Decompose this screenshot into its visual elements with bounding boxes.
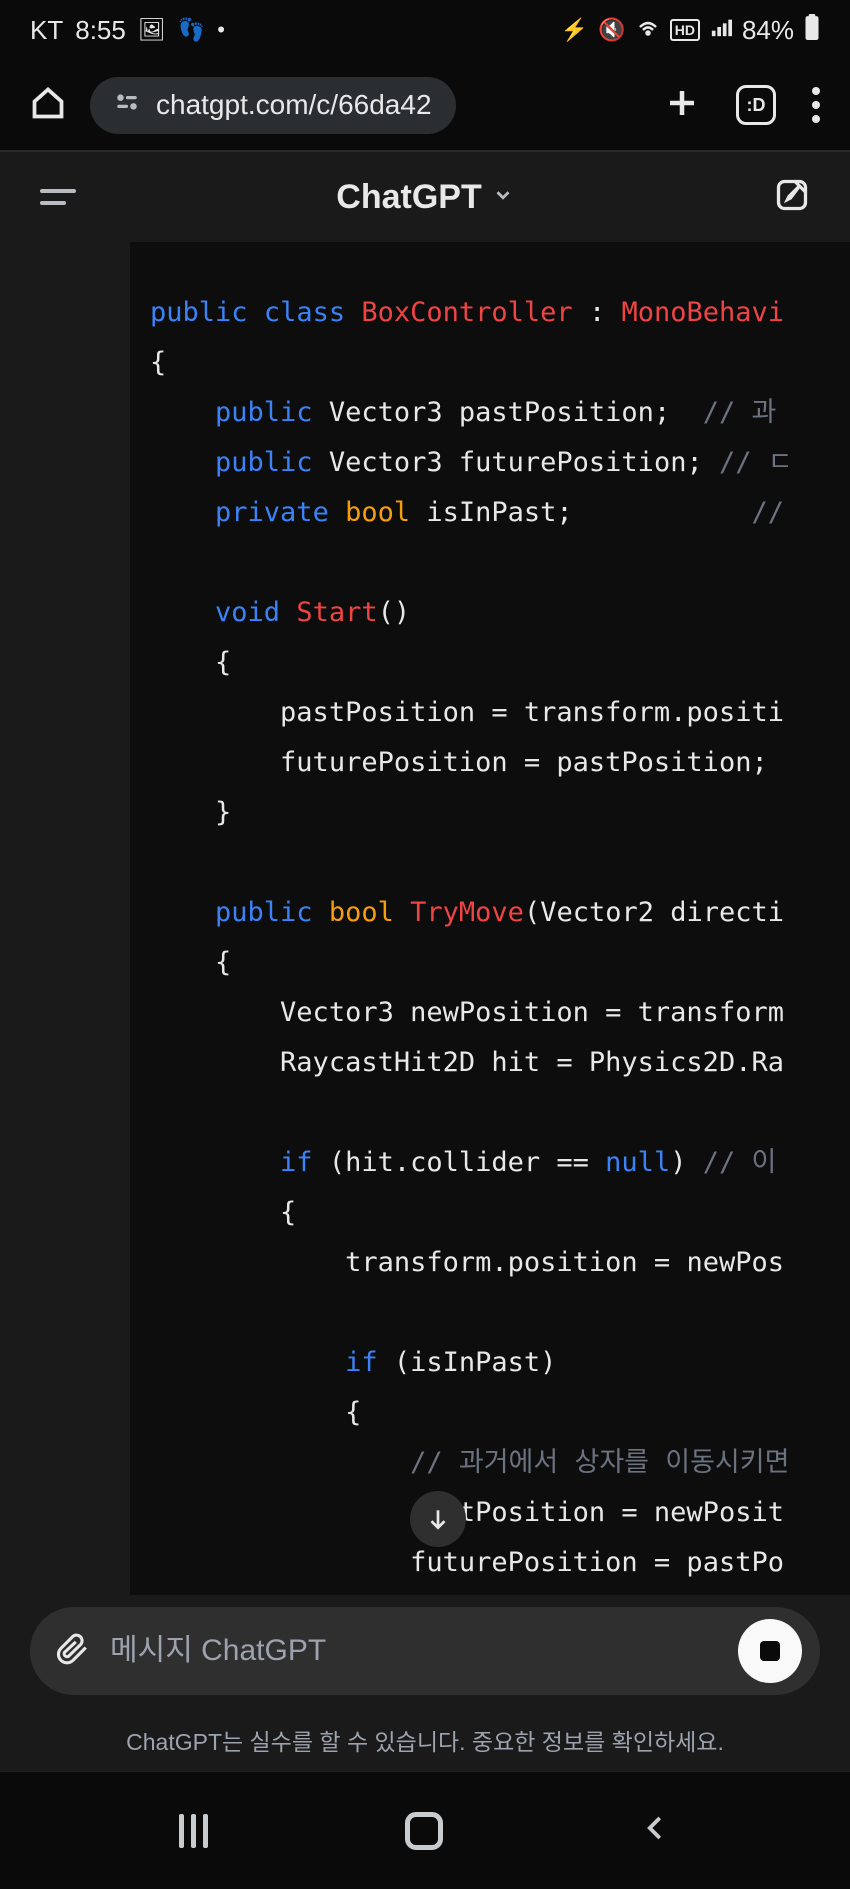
chevron-down-icon — [492, 184, 514, 211]
message-input[interactable] — [110, 1634, 718, 1668]
app-title: ChatGPT — [336, 178, 481, 217]
menu-icon[interactable] — [40, 189, 76, 205]
more-menu-icon[interactable] — [812, 87, 820, 123]
time-label: 8:55 — [75, 15, 126, 46]
browser-toolbar: chatgpt.com/c/66da42 :D — [0, 60, 850, 150]
scroll-down-button[interactable] — [410, 1491, 466, 1547]
app-header: ChatGPT — [0, 152, 850, 242]
url-text: chatgpt.com/c/66da42 — [156, 89, 432, 121]
wifi-icon — [636, 15, 660, 45]
battery-percent: 84% — [742, 15, 794, 46]
disclaimer-text: ChatGPT는 실수를 할 수 있습니다. 중요한 정보를 확인하세요. — [0, 1719, 850, 1771]
image-icon: 🖼 — [138, 17, 166, 43]
status-bar: KT 8:55 🖼 👣 • ⚡ 🔇 HD 84% — [0, 0, 850, 60]
footprint-icon: 👣 — [178, 17, 205, 43]
site-settings-icon[interactable] — [114, 89, 140, 122]
home-button[interactable] — [405, 1812, 443, 1850]
stop-icon — [760, 1641, 780, 1661]
mute-icon: 🔇 — [598, 17, 625, 43]
stop-button[interactable] — [738, 1619, 802, 1683]
code-block: public class BoxController : MonoBehavi … — [130, 242, 850, 1595]
signal-icon — [710, 16, 732, 44]
dot-icon: • — [217, 17, 225, 43]
message-input-container — [30, 1607, 820, 1695]
tabs-button[interactable]: :D — [736, 85, 776, 125]
attach-icon[interactable] — [56, 1632, 90, 1671]
home-icon[interactable] — [30, 85, 66, 126]
recents-button[interactable] — [179, 1814, 208, 1848]
url-bar[interactable]: chatgpt.com/c/66da42 — [90, 77, 456, 134]
tabs-label: :D — [747, 95, 766, 116]
input-area — [0, 1595, 850, 1719]
android-nav-bar — [0, 1771, 850, 1889]
new-chat-icon[interactable] — [774, 177, 810, 218]
back-button[interactable] — [641, 1813, 671, 1848]
battery-saver-icon: ⚡ — [561, 17, 588, 43]
hd-icon: HD — [670, 19, 700, 41]
battery-icon — [804, 14, 820, 46]
chat-body[interactable]: public class BoxController : MonoBehavi … — [0, 242, 850, 1595]
new-tab-icon[interactable] — [664, 85, 700, 126]
model-selector[interactable]: ChatGPT — [336, 178, 513, 217]
carrier-label: KT — [30, 15, 63, 46]
